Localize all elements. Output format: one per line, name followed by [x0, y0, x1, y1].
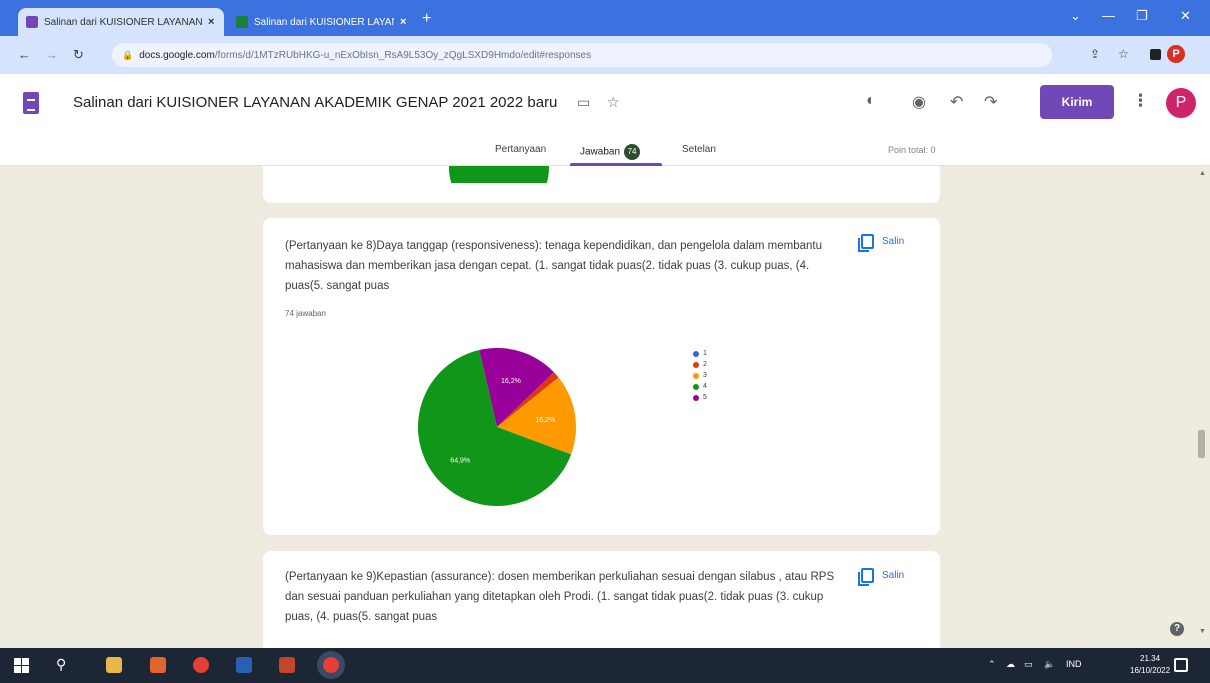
notification-icon[interactable] — [1174, 658, 1188, 672]
minimize-button[interactable]: — — [1102, 8, 1115, 23]
legend-item-2: 2 — [693, 359, 707, 370]
search-icon[interactable]: ⚲ — [56, 656, 66, 673]
form-tabs: Pertanyaan Jawaban 74 Setelan Poin total:… — [0, 134, 1210, 166]
chrome-active-icon[interactable] — [323, 657, 339, 673]
close-icon[interactable]: × — [208, 16, 214, 28]
more-options-icon[interactable]: ⋮ — [1132, 91, 1149, 111]
legend-swatch — [693, 361, 699, 368]
word-icon[interactable] — [236, 657, 252, 673]
tab-questions[interactable]: Pertanyaan — [495, 144, 546, 155]
chart-legend: 1 2 3 4 5 — [693, 348, 707, 403]
help-icon[interactable]: ? — [1170, 622, 1184, 636]
file-explorer-icon[interactable] — [106, 657, 122, 673]
tab-responses[interactable]: Jawaban 74 — [580, 144, 641, 160]
tab-settings[interactable]: Setelan — [682, 144, 716, 155]
preview-eye-icon[interactable]: ◉ — [912, 92, 926, 112]
chrome-icon[interactable] — [193, 657, 209, 673]
question-card: (Pertanyaan ke 9)Kepastian (assurance): … — [263, 551, 940, 648]
star-icon[interactable]: ☆ — [607, 94, 620, 111]
browser-profile-avatar[interactable]: P — [1167, 45, 1185, 63]
language-indicator[interactable]: IND — [1066, 659, 1082, 669]
forms-header: Salinan dari KUISIONER LAYANAN AKADEMIK … — [0, 74, 1210, 134]
sublime-icon[interactable] — [150, 657, 166, 673]
send-button[interactable]: Kirim — [1040, 85, 1114, 119]
pie-data-label-5: 16,2% — [501, 378, 521, 385]
close-window-button[interactable]: ✕ — [1180, 8, 1191, 24]
legend-item-4: 4 — [693, 381, 707, 392]
folder-icon[interactable]: ▭ — [577, 94, 590, 111]
question-text: (Pertanyaan ke 9)Kepastian (assurance): … — [285, 571, 835, 623]
legend-swatch — [693, 394, 699, 401]
browser-tab-forms[interactable]: Salinan dari KUISIONER LAYANAN AKADEMIK … — [18, 8, 224, 36]
legend-label: 2 — [703, 361, 707, 368]
scrollbar-thumb[interactable] — [1198, 430, 1205, 458]
volume-icon[interactable]: 🔈 — [1044, 659, 1055, 670]
address-bar: ← → ↻ 🔒 docs.google.com /forms/d/1MTzRUb… — [0, 36, 1210, 74]
pie-data-label-4: 64,9% — [450, 457, 470, 464]
scrollbar[interactable] — [1193, 166, 1210, 648]
legend-label: 4 — [703, 383, 707, 390]
powerpoint-icon[interactable] — [279, 657, 295, 673]
question-card: (Pertanyaan ke 8)Daya tanggap (responsiv… — [263, 218, 940, 535]
copy-chart-button[interactable]: Salin — [858, 568, 904, 586]
form-title[interactable]: Salinan dari KUISIONER LAYANAN AKADEMIK … — [73, 94, 557, 111]
legend-item-3: 3 — [693, 370, 707, 381]
browser-tab-strip: Salinan dari KUISIONER LAYANAN AKADEMIK … — [0, 0, 1210, 36]
forms-logo-icon[interactable] — [23, 92, 39, 114]
url-field[interactable]: 🔒 docs.google.com /forms/d/1MTzRUbHKG-u_… — [112, 43, 1052, 67]
previous-question-card — [263, 166, 940, 203]
forward-icon[interactable]: → — [45, 47, 58, 62]
extension-icon[interactable] — [1150, 49, 1161, 60]
legend-swatch — [693, 372, 699, 379]
scroll-down-arrow-icon[interactable]: ▼ — [1199, 628, 1206, 635]
legend-label: 5 — [703, 394, 707, 401]
previous-pie-chart — [449, 166, 549, 183]
legend-label: 3 — [703, 372, 707, 379]
cloud-icon[interactable]: ☁ — [1006, 659, 1015, 670]
total-points: Poin total: 0 — [888, 145, 936, 155]
responses-count-badge: 74 — [624, 144, 641, 160]
browser-tab-sheets[interactable]: Salinan dari KUISIONER LAYANAN AKADEMIK … — [228, 8, 418, 36]
battery-icon[interactable]: ▭ — [1024, 659, 1033, 670]
clock[interactable]: 21.34 16/10/2022 — [1130, 653, 1170, 677]
pie-data-label-3: 16,2% — [535, 417, 555, 424]
share-icon[interactable]: ⇪ — [1090, 47, 1100, 61]
legend-label: 1 — [703, 350, 707, 357]
undo-icon[interactable]: ↶ — [950, 92, 963, 112]
legend-swatch — [693, 350, 699, 357]
scroll-up-arrow-icon[interactable]: ▲ — [1199, 170, 1206, 177]
windows-start-icon[interactable] — [14, 658, 29, 673]
sheets-icon — [236, 16, 248, 28]
tray-chevron-icon[interactable]: ⌃ — [988, 659, 996, 670]
back-icon[interactable]: ← — [18, 47, 31, 62]
palette-icon[interactable]: ◐ — [866, 92, 876, 110]
legend-item-1: 1 — [693, 348, 707, 359]
star-icon[interactable]: ☆ — [1118, 47, 1129, 61]
windows-taskbar: ⚲ ⌃ ☁ ▭ 🔈 IND 21.34 16/10/2022 — [0, 648, 1210, 683]
pie-chart: 16,2% 16,2% 64,9% — [418, 348, 576, 506]
legend-item-5: 5 — [693, 392, 707, 403]
close-icon[interactable]: × — [400, 16, 406, 28]
lock-icon: 🔒 — [122, 49, 134, 60]
copy-icon — [858, 568, 874, 586]
restore-button[interactable]: ❐ — [1136, 8, 1148, 24]
redo-icon[interactable]: ↷ — [984, 92, 997, 112]
chevron-down-icon[interactable]: ⌄ — [1070, 8, 1081, 24]
forms-icon — [26, 16, 38, 28]
avatar[interactable]: P — [1166, 88, 1196, 118]
responses-content[interactable]: (Pertanyaan ke 8)Daya tanggap (responsiv… — [0, 166, 1210, 648]
reload-icon[interactable]: ↻ — [73, 47, 84, 63]
new-tab-button[interactable]: + — [422, 10, 431, 28]
legend-swatch — [693, 383, 699, 390]
